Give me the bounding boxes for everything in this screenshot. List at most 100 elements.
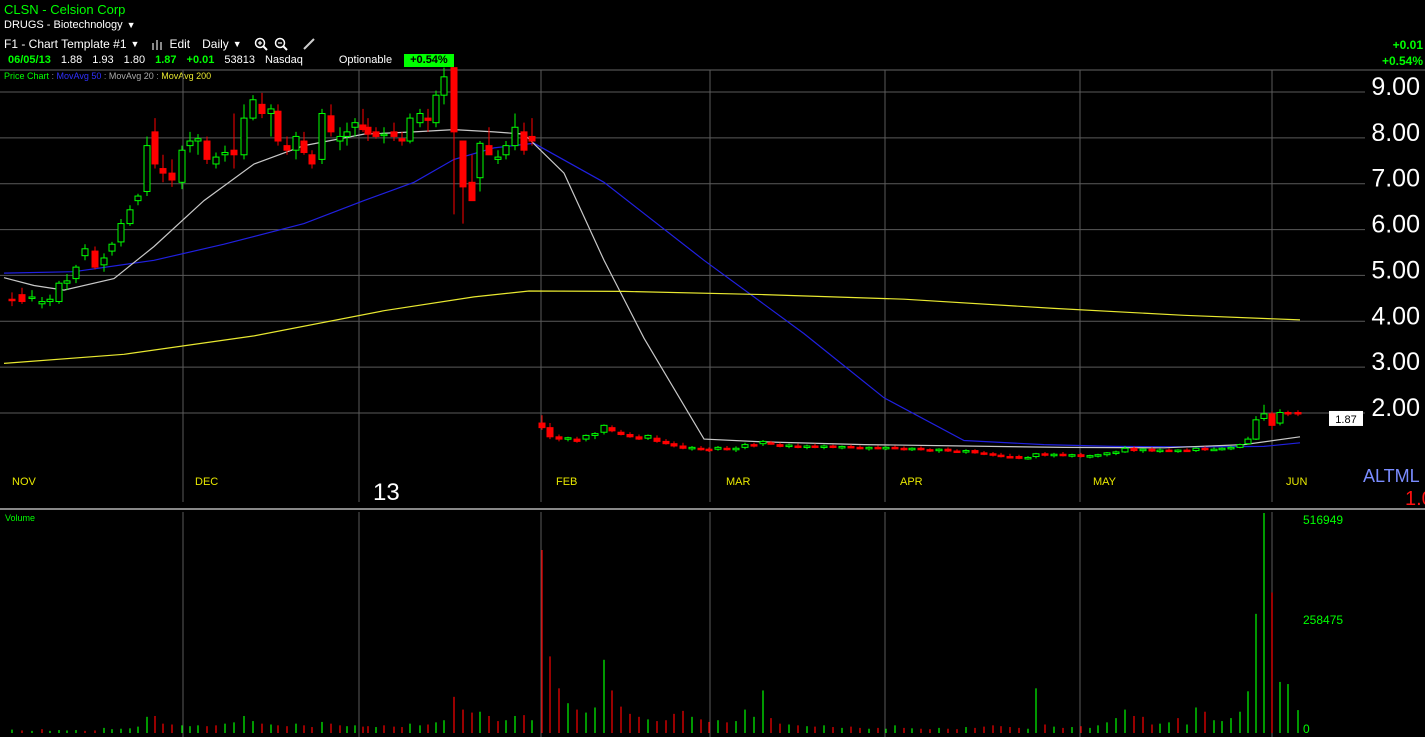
candle-body	[573, 438, 581, 442]
candle-body	[1183, 449, 1191, 453]
candle-body	[1260, 413, 1268, 419]
candle-body	[1041, 453, 1049, 456]
candle-body	[336, 135, 344, 142]
candle-body	[1024, 456, 1032, 460]
candle-body	[450, 67, 458, 133]
candle-body	[511, 126, 519, 147]
candle-body	[258, 103, 266, 115]
candle-body	[459, 140, 467, 188]
candle-body	[159, 168, 167, 174]
candle-body	[538, 422, 546, 429]
candle-body	[670, 443, 678, 447]
candle-body	[240, 117, 248, 156]
candle-body	[72, 266, 80, 280]
x-tick-label: MAR	[726, 476, 751, 488]
candle-body	[485, 145, 493, 156]
candle-body	[926, 449, 934, 452]
candle-body	[732, 447, 740, 451]
candle-body	[759, 440, 767, 445]
candle-body	[750, 444, 758, 447]
candle-body	[980, 452, 988, 455]
candle-body	[249, 99, 257, 119]
x-tick-label: FEB	[556, 476, 577, 488]
candle-body	[697, 447, 705, 451]
candle-body	[343, 131, 351, 137]
candle-body	[1077, 454, 1085, 458]
y-tick-label: 2.00	[1371, 394, 1420, 422]
candle-body	[308, 154, 316, 165]
candle-body	[865, 446, 873, 450]
candle-body	[900, 447, 908, 451]
candle-body	[63, 280, 71, 284]
candle-body	[617, 431, 625, 436]
candle-body	[406, 117, 414, 142]
candle-body	[1165, 449, 1173, 453]
candle-body	[908, 447, 916, 451]
volume-tick-label: 258475	[1303, 613, 1343, 627]
candle-body	[1156, 449, 1164, 453]
candle-body	[372, 131, 380, 137]
candle-body	[424, 117, 432, 121]
candle-body	[838, 445, 846, 449]
candle-body	[221, 151, 229, 156]
candle-body	[364, 126, 372, 135]
red-value-tag: 1.0	[1405, 488, 1425, 510]
last-price-label: 1.87	[1335, 414, 1356, 426]
candle-body	[8, 298, 16, 302]
candle-body	[1174, 449, 1182, 453]
price-volume-chart[interactable]: 9.00 8.00 7.00 6.00 5.00 4.00 3.00 2.00 NOV DEC 13…	[0, 0, 1425, 737]
x-tick-label: APR	[900, 476, 923, 488]
candle-body	[178, 149, 186, 183]
y-tick-label: 8.00	[1371, 119, 1420, 147]
x-tick-label: JUN	[1286, 476, 1307, 488]
altml-tag: ALTML	[1363, 466, 1420, 486]
candle-body	[476, 142, 484, 179]
candle-body	[953, 450, 961, 454]
candle-body	[1276, 412, 1284, 424]
candle-body	[267, 108, 275, 115]
candle-body	[714, 446, 722, 450]
x-tick-label: NOV	[12, 476, 37, 488]
candle-body	[502, 145, 510, 156]
volume-label: Volume	[5, 513, 35, 523]
candle-body	[440, 76, 448, 96]
candle-body	[882, 446, 890, 450]
candle-body	[688, 446, 696, 450]
candle-body	[1086, 455, 1094, 458]
candle-body	[528, 135, 536, 142]
candle-body	[1210, 448, 1218, 452]
candle-body	[962, 450, 970, 453]
candle-body	[81, 248, 89, 257]
x-tick-label: DEC	[195, 476, 218, 488]
candle-body	[100, 257, 108, 266]
candle-body	[468, 181, 476, 202]
candle-body	[38, 301, 46, 305]
volume-tick-label: 516949	[1303, 513, 1343, 527]
candle-body	[1112, 451, 1120, 454]
candle-body	[1284, 412, 1292, 415]
candle-body	[194, 138, 202, 142]
candle-body	[917, 447, 925, 451]
candle-body	[811, 445, 819, 448]
candle-body	[300, 140, 308, 153]
candle-body	[856, 446, 864, 450]
candle-body	[274, 110, 282, 142]
candle-body	[591, 433, 599, 436]
candle-body	[351, 122, 359, 128]
candle-body	[1227, 446, 1235, 450]
y-tick-label: 3.00	[1371, 348, 1420, 376]
candle-body	[1244, 438, 1252, 445]
candle-body	[168, 172, 176, 181]
candle-body	[1268, 413, 1276, 426]
candle-body	[767, 442, 775, 445]
candle-body	[1236, 444, 1244, 448]
candle-body	[134, 195, 142, 202]
candle-body	[794, 445, 802, 448]
volume-tick-label: 0	[1303, 722, 1310, 736]
candle-body	[292, 135, 300, 151]
candle-body	[935, 448, 943, 452]
candle-body	[564, 437, 572, 440]
candle-body	[143, 145, 151, 192]
candle-body	[520, 131, 528, 151]
candle-body	[108, 243, 116, 252]
